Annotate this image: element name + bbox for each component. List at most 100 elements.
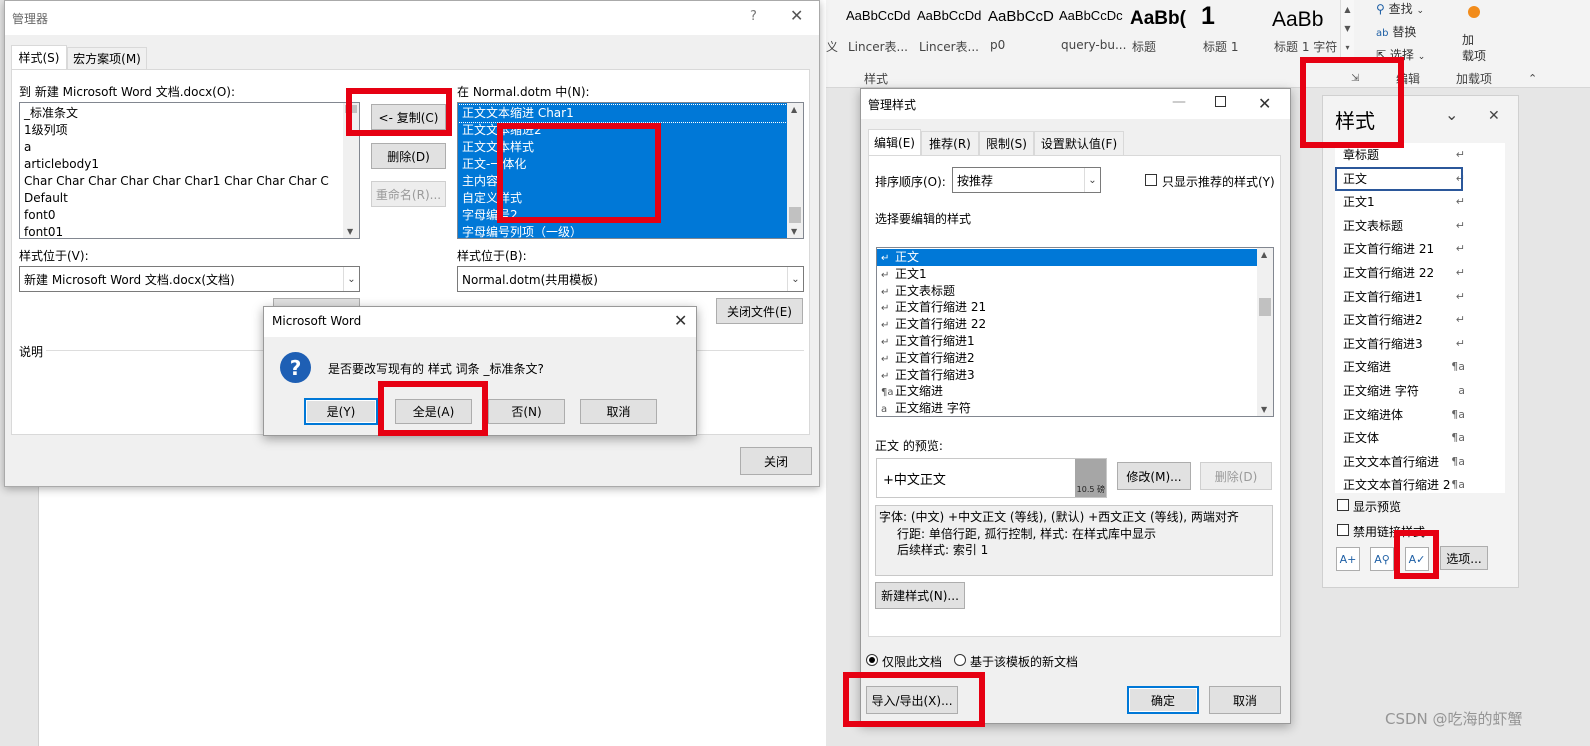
yes-button[interactable]: 是(Y) bbox=[304, 398, 378, 425]
gallery-style-sample[interactable]: AaBbCcD bbox=[988, 8, 1056, 25]
gallery-scroll[interactable]: ▲ ▼ ▾ bbox=[1340, 0, 1354, 58]
list-item[interactable]: ↵ 正文首行缩进 22 bbox=[877, 316, 1257, 333]
list-item[interactable]: 正文文本缩进 Char1 bbox=[458, 104, 788, 123]
list-item[interactable]: ↵ 正文首行缩进 21 bbox=[877, 299, 1257, 316]
style-item[interactable]: 正文缩进体 ¶a bbox=[1343, 404, 1465, 426]
copy-button[interactable]: <- 复制(C) bbox=[371, 104, 446, 130]
style-item[interactable]: 正文首行缩进 21 ↵ bbox=[1343, 238, 1465, 260]
style-item[interactable]: 正文文本首行缩进 ¶a bbox=[1343, 451, 1465, 473]
no-button[interactable]: 否(N) bbox=[488, 399, 565, 424]
list-item[interactable]: ↵ 正文1 bbox=[877, 266, 1257, 283]
manage-list-scrollbar[interactable]: ▲ ▼ bbox=[1257, 248, 1273, 416]
delete-button[interactable]: 删除(D) bbox=[371, 143, 446, 169]
left-style-list[interactable]: _标准条文 1级列项 a articlebody1 Char Char Char Cha… bbox=[19, 102, 360, 239]
style-item[interactable]: 正文首行缩进 22 ↵ bbox=[1343, 262, 1465, 284]
left-location-select[interactable]: 新建 Microsoft Word 文档.docx(文档) ⌄ bbox=[19, 266, 360, 292]
list-item[interactable]: ¶a 正文缩进 bbox=[877, 383, 1257, 400]
tab-restrict[interactable]: 限制(S) bbox=[979, 131, 1034, 155]
style-item[interactable]: 正文缩进 字符 a bbox=[1343, 380, 1465, 402]
list-item[interactable]: Char Char Char Char Char Char1 Char Char… bbox=[20, 173, 359, 190]
tab-defaults[interactable]: 设置默认值(F) bbox=[1034, 131, 1124, 155]
replace-button[interactable]: ab 替换 bbox=[1376, 23, 1416, 40]
yes-to-all-button[interactable]: 全是(A) bbox=[395, 399, 472, 424]
list-item[interactable]: font01 bbox=[20, 224, 359, 238]
list-item[interactable]: a 正文缩进 字符 bbox=[877, 400, 1257, 416]
list-item[interactable]: 正文-一体化 bbox=[458, 156, 787, 173]
gallery-style-sample[interactable]: AaBb bbox=[1272, 8, 1340, 32]
right-list-scrollbar[interactable]: ▲ ▼ bbox=[787, 103, 803, 238]
new-style-button[interactable]: 新建样式(N)... bbox=[875, 582, 965, 609]
style-inspector-icon[interactable]: A⚲ bbox=[1370, 547, 1394, 571]
tab-styles[interactable]: 样式(S) bbox=[11, 45, 67, 69]
pane-options-chevron-icon[interactable]: ⌄ bbox=[1445, 105, 1458, 124]
gallery-style-sample[interactable]: 1 bbox=[1201, 2, 1269, 31]
manage-close-icon[interactable]: ✕ bbox=[1258, 94, 1271, 113]
manage-delete-button[interactable]: 删除(D) bbox=[1200, 462, 1272, 490]
recommended-only-checkbox[interactable] bbox=[1145, 174, 1157, 186]
list-item[interactable]: ↵ 正文首行缩进3 bbox=[877, 367, 1257, 384]
list-item[interactable]: articlebody1 bbox=[20, 156, 359, 173]
tab-recommend[interactable]: 推荐(R) bbox=[921, 131, 979, 155]
ok-button[interactable]: 确定 bbox=[1127, 686, 1199, 714]
manage-cancel-button[interactable]: 取消 bbox=[1209, 686, 1281, 714]
style-item[interactable]: 正文缩进 ¶a bbox=[1343, 356, 1465, 378]
list-item[interactable]: ↵ 正文 bbox=[877, 249, 1257, 266]
rename-button[interactable]: 重命名(R)... bbox=[371, 181, 446, 207]
list-item[interactable]: 1级列项 bbox=[20, 122, 359, 139]
manage-style-list[interactable]: ↵ 正文 ↵ 正文1 ↵ 正文表标题 ↵ 正文首行缩进 21 ↵ 正文首行缩进 22 ↵ 正文首行缩进… bbox=[876, 247, 1274, 417]
styles-dialog-launcher-icon[interactable]: ⇲ bbox=[1351, 73, 1359, 84]
addin-icon[interactable] bbox=[1468, 6, 1480, 18]
style-item[interactable]: 章标题 ↵ bbox=[1343, 144, 1465, 166]
manage-styles-icon[interactable]: A✓ bbox=[1405, 547, 1429, 571]
pane-close-icon[interactable]: ✕ bbox=[1488, 108, 1500, 124]
style-item[interactable]: 正文1 ↵ bbox=[1343, 191, 1465, 213]
list-item[interactable]: _标准条文 bbox=[20, 105, 359, 122]
help-icon[interactable]: ? bbox=[750, 9, 757, 24]
style-item[interactable]: 正文体 ¶a bbox=[1343, 427, 1465, 449]
gallery-style-sample[interactable]: AaBbCcDd bbox=[917, 8, 985, 23]
cancel-button[interactable]: 取消 bbox=[580, 399, 657, 424]
style-item[interactable]: 正文文本首行缩进 2 ¶a bbox=[1343, 474, 1465, 496]
list-item[interactable]: 正文文本样式 bbox=[458, 139, 787, 156]
gallery-style-sample[interactable]: AaBbCcDc bbox=[1059, 8, 1127, 23]
list-item[interactable]: 字母编号2 bbox=[458, 207, 787, 224]
radio-this-document[interactable] bbox=[866, 654, 878, 666]
find-button[interactable]: ⚲ 查找 ⌄ bbox=[1376, 0, 1424, 17]
close-file-button[interactable]: 关闭文件(E) bbox=[716, 298, 803, 324]
tab-edit[interactable]: 编辑(E) bbox=[868, 129, 921, 155]
import-export-button[interactable]: 导入/导出(X)... bbox=[866, 686, 958, 714]
addins-button-label[interactable]: 加 载项 bbox=[1462, 32, 1486, 64]
list-item[interactable]: ↵ 正文首行缩进2 bbox=[877, 350, 1257, 367]
radio-template[interactable] bbox=[954, 654, 966, 666]
confirm-close-icon[interactable]: ✕ bbox=[674, 311, 687, 330]
style-item[interactable]: 正文首行缩进2 ↵ bbox=[1343, 309, 1465, 331]
right-style-list[interactable]: 正文文本缩进 Char1 正文文本缩进2 正文文本样式 正文-一体化 主内容 自定义样式字… bbox=[457, 102, 804, 239]
modify-button[interactable]: 修改(M)... bbox=[1117, 462, 1191, 490]
collapse-ribbon-icon[interactable]: ⌃ bbox=[1528, 72, 1537, 85]
tab-macros[interactable]: 宏方案项(M) bbox=[67, 47, 147, 69]
list-item[interactable]: a bbox=[20, 139, 359, 156]
style-item[interactable]: 正文首行缩进3 ↵ bbox=[1343, 333, 1465, 355]
list-item[interactable]: 自定义样式 bbox=[458, 190, 787, 207]
style-item[interactable]: 正文表标题 ↵ bbox=[1343, 215, 1465, 237]
list-item[interactable]: Default bbox=[20, 190, 359, 207]
list-item[interactable]: ↵ 正文首行缩进1 bbox=[877, 333, 1257, 350]
sort-select[interactable]: 按推荐 ⌄ bbox=[952, 167, 1101, 193]
pane-options-button[interactable]: 选项... bbox=[1440, 546, 1488, 570]
list-item[interactable]: 主内容 bbox=[458, 173, 787, 190]
list-item[interactable]: 正文文本缩进2 bbox=[458, 122, 787, 139]
new-style-icon[interactable]: A+ bbox=[1336, 547, 1360, 571]
list-item[interactable]: ↵ 正文表标题 bbox=[877, 283, 1257, 300]
list-item[interactable]: font0 bbox=[20, 207, 359, 224]
maximize-icon[interactable] bbox=[1215, 96, 1226, 107]
organizer-close-button[interactable]: 关闭 bbox=[740, 447, 812, 475]
left-list-scrollbar[interactable]: ▼ bbox=[343, 103, 359, 238]
list-item[interactable]: 字母编号列项（一级） bbox=[458, 224, 787, 238]
minimize-icon[interactable]: — bbox=[1172, 94, 1186, 110]
disable-linked-checkbox[interactable] bbox=[1337, 524, 1349, 536]
organizer-close-icon[interactable]: ✕ bbox=[790, 6, 803, 25]
right-location-select[interactable]: Normal.dotm(共用模板) ⌄ bbox=[457, 266, 804, 292]
gallery-style-sample[interactable]: AaBbCcDd bbox=[846, 8, 914, 23]
select-button[interactable]: ⇱ 选择 ⌄ bbox=[1376, 46, 1425, 63]
style-item[interactable]: 正文首行缩进1 ↵ bbox=[1343, 286, 1465, 308]
